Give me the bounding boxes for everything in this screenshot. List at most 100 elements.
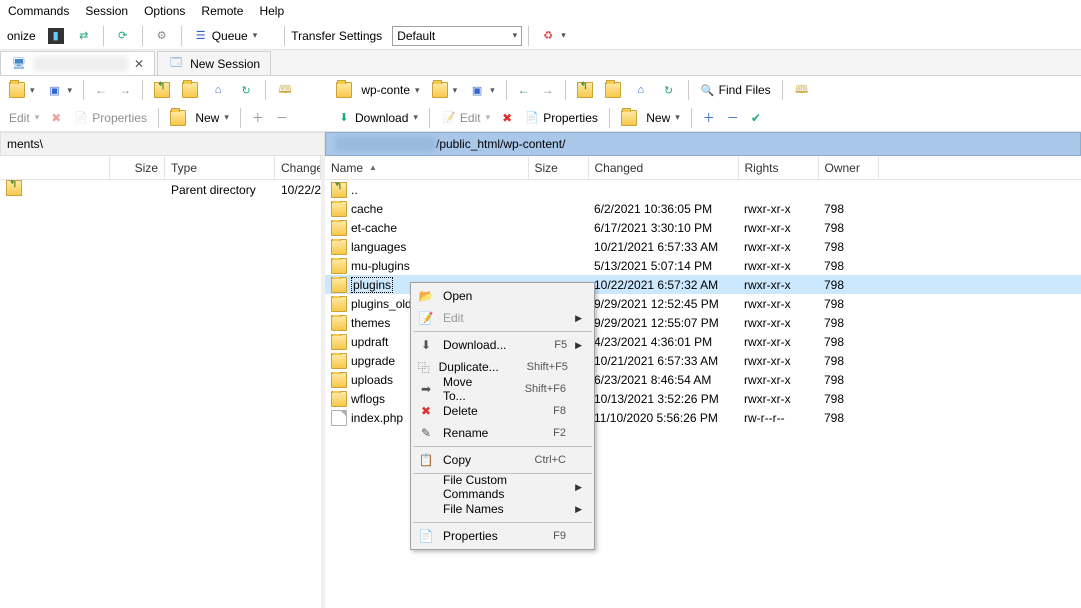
local-properties-button[interactable]: 📄Properties [68, 107, 152, 129]
remote-plus-icon[interactable]: ＋ [698, 106, 720, 129]
remote-edit-button[interactable]: 📝Edit [436, 107, 495, 129]
synchronize-button[interactable]: onize [2, 26, 41, 46]
remote-dir-combo[interactable]: wp-conte [331, 79, 425, 101]
local-refresh-icon[interactable]: ↻ [233, 79, 259, 101]
submenu-arrow-icon: ▶ [575, 313, 582, 324]
remote-row[interactable]: mu-plugins5/13/2021 5:07:14 PMrwxr-xr-x7… [325, 256, 1081, 275]
local-path-bar[interactable]: ments\ [0, 132, 325, 156]
remote-delete-icon[interactable]: ✖ [497, 108, 517, 128]
remote-bookmark-icon[interactable]: 🕮 [789, 79, 815, 101]
remote-row[interactable]: languages10/21/2021 6:57:33 AMrwxr-xr-x7… [325, 237, 1081, 256]
ctx-icon: 📋 [417, 453, 435, 467]
ctx-copy[interactable]: 📋CopyCtrl+C [413, 449, 592, 471]
local-root-icon[interactable] [177, 79, 203, 101]
new-session-tab[interactable]: 🗔 New Session [157, 51, 271, 75]
active-session-tab[interactable]: 🖥 ✕ [0, 51, 155, 75]
remote-header-size[interactable]: Size [529, 156, 589, 179]
menu-session[interactable]: Session [77, 2, 136, 20]
remote-back-icon[interactable]: ← [513, 80, 535, 100]
local-header-size[interactable]: Size [110, 156, 165, 179]
ctx-move-to-[interactable]: ➡Move To...Shift+F6 [413, 378, 592, 400]
folder-icon [331, 353, 347, 369]
ctx-file-custom-commands[interactable]: File Custom Commands▶ [413, 476, 592, 498]
session-tabs: 🖥 ✕ 🗔 New Session [0, 50, 1081, 76]
folder-icon [331, 277, 347, 293]
folder-icon [331, 315, 347, 331]
remote-filter-button[interactable]: ▣ [464, 79, 500, 101]
local-header-name[interactable] [0, 156, 110, 179]
remote-up-icon[interactable] [572, 79, 598, 101]
local-header-changed[interactable]: Changed [275, 156, 321, 179]
find-files-button[interactable]: 🔍Find Files [695, 79, 776, 101]
local-up-icon[interactable] [149, 79, 175, 101]
local-header-type[interactable]: Type [165, 156, 275, 179]
ctx-properties[interactable]: 📄PropertiesF9 [413, 525, 592, 547]
session-title-blurred [33, 56, 128, 72]
sort-asc-icon: ▲ [369, 163, 377, 172]
remote-minus-icon[interactable]: － [722, 106, 744, 129]
close-tab-icon[interactable]: ✕ [134, 57, 144, 71]
remote-host-blurred [336, 137, 436, 151]
download-button[interactable]: ⬇Download [331, 107, 423, 129]
remote-header-rights[interactable]: Rights [739, 156, 819, 179]
ctx-duplicate-[interactable]: ⿻Duplicate...Shift+F5 [413, 356, 592, 378]
remote-path-bar[interactable]: /public_html/wp-content/ [325, 132, 1081, 156]
local-home-icon[interactable]: ⌂ [205, 79, 231, 101]
ctx-icon: 📄 [417, 529, 435, 543]
new-session-icon: 🗔 [168, 56, 184, 72]
transfer-settings-label: Transfer Settings [291, 29, 382, 43]
remote-header-row[interactable]: Name▲ Size Changed Rights Owner [325, 156, 1081, 180]
remote-properties-button[interactable]: 📄Properties [519, 107, 603, 129]
local-forward-icon[interactable]: → [114, 80, 136, 100]
remote-new-button[interactable]: New [616, 107, 685, 129]
remote-forward-icon[interactable]: → [537, 80, 559, 100]
ctx-download-[interactable]: ⬇Download...F5▶ [413, 334, 592, 356]
remote-header-name[interactable]: Name▲ [325, 156, 529, 179]
ctx-icon: 📝 [417, 311, 435, 325]
local-header-row[interactable]: Size Type Changed [0, 156, 321, 180]
sync-browse-icon[interactable]: ⟳ [110, 25, 136, 47]
local-drive-combo[interactable] [4, 79, 40, 101]
ctx-delete[interactable]: ✖DeleteF8 [413, 400, 592, 422]
queue-button[interactable]: ☰Queue [188, 25, 263, 47]
remote-home-icon[interactable]: ⌂ [628, 79, 654, 101]
settings-icon[interactable]: ⚙ [149, 25, 175, 47]
transfer-preset-icon[interactable]: ♻ [535, 25, 571, 47]
terminal-icon[interactable]: ▮ [43, 25, 69, 47]
remote-refresh-icon[interactable]: ↻ [656, 79, 682, 101]
action-toolbar: Edit ✖ 📄Properties New ＋ － ⬇Download 📝Ed… [0, 104, 1081, 132]
local-file-list[interactable]: Parent directory10/22/2021 10:28 [0, 180, 321, 199]
local-plus-icon[interactable]: ＋ [247, 106, 269, 129]
remote-open-button[interactable] [427, 79, 463, 101]
local-minus-icon[interactable]: － [271, 106, 293, 129]
menu-remote[interactable]: Remote [193, 2, 251, 20]
menu-commands[interactable]: Commands [0, 2, 77, 20]
local-edit-button[interactable]: Edit [4, 108, 44, 128]
ctx-icon: ✖ [417, 404, 435, 418]
ctx-rename[interactable]: ✎RenameF2 [413, 422, 592, 444]
ctx-open[interactable]: 📂Open [413, 285, 592, 307]
remote-header-changed[interactable]: Changed [589, 156, 739, 179]
local-bookmark-icon[interactable]: 🕮 [272, 79, 298, 101]
local-row[interactable]: Parent directory10/22/2021 10:28 [0, 180, 321, 199]
local-new-button[interactable]: New [165, 107, 234, 129]
local-back-icon[interactable]: ← [90, 80, 112, 100]
submenu-arrow-icon: ▶ [575, 482, 582, 493]
ctx-file-names[interactable]: File Names▶ [413, 498, 592, 520]
server-icon: 🖥 [11, 56, 27, 72]
remote-row[interactable]: et-cache6/17/2021 3:30:10 PMrwxr-xr-x798 [325, 218, 1081, 237]
local-delete-icon[interactable]: ✖ [46, 108, 66, 128]
remote-check-icon[interactable]: ✔ [746, 108, 766, 128]
main-toolbar: onize ▮ ⇄ ⟳ ⚙ ☰Queue Transfer Settings D… [0, 22, 1081, 50]
menu-help[interactable]: Help [251, 2, 292, 20]
compare-icon[interactable]: ⇄ [71, 25, 97, 47]
remote-header-owner[interactable]: Owner [819, 156, 879, 179]
parent-dir-icon [331, 182, 347, 198]
remote-row[interactable]: cache6/2/2021 10:36:05 PMrwxr-xr-x798 [325, 199, 1081, 218]
remote-row[interactable]: .. [325, 180, 1081, 199]
transfer-settings-combo[interactable]: Default [392, 26, 522, 46]
menu-options[interactable]: Options [136, 2, 193, 20]
local-filter-button[interactable]: ▣ [42, 79, 78, 101]
folder-icon [331, 258, 347, 274]
remote-root-icon[interactable] [600, 79, 626, 101]
